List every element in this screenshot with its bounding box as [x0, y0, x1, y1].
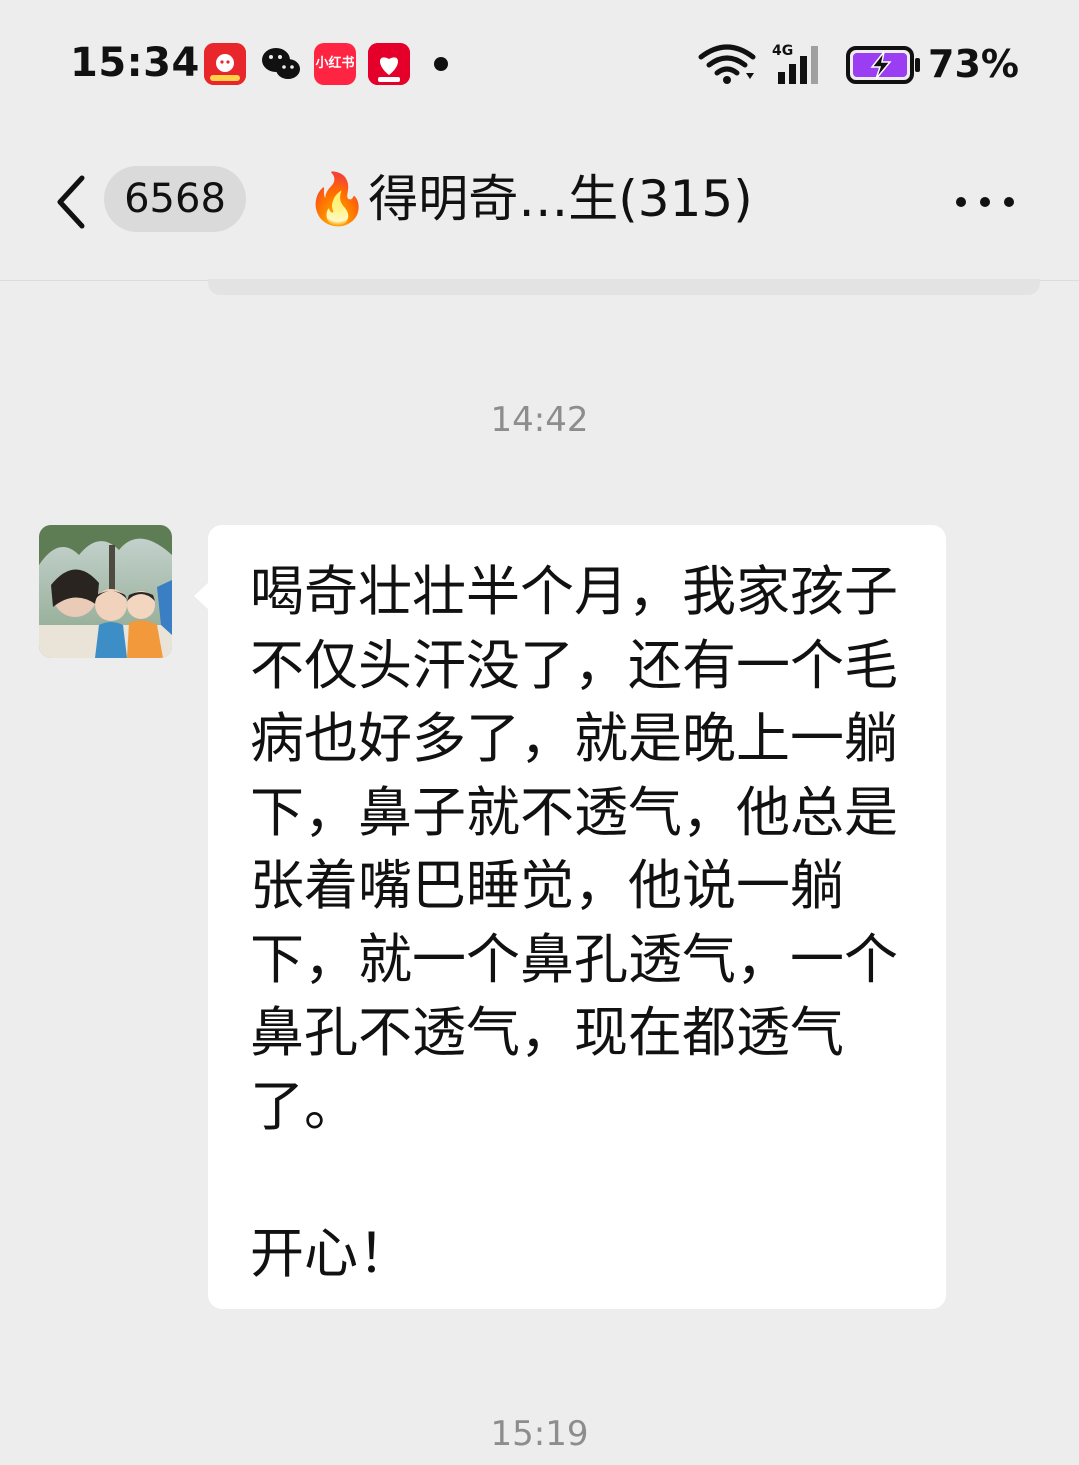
- message-bubble[interactable]: 喝奇壮壮半个月，我家孩子不仅头汗没了，还有一个毛病也好多了，就是晚上一躺下，鼻子…: [208, 525, 946, 1309]
- chat-title[interactable]: 🔥得明奇…生(315): [306, 166, 753, 232]
- wechat-icon: [260, 43, 302, 85]
- battery-percentage: 73%: [928, 42, 1019, 86]
- message-timestamp: 14:42: [490, 400, 589, 440]
- dot-icon: [980, 197, 990, 207]
- network-type-label: 4G: [772, 43, 793, 59]
- status-time: 15:34: [70, 40, 200, 86]
- pinned-message-strip[interactable]: [208, 279, 1040, 295]
- back-button[interactable]: [48, 170, 96, 234]
- cellular-signal-icon: 4G: [772, 42, 830, 90]
- more-options-button[interactable]: [952, 188, 1018, 218]
- dot-icon: [956, 197, 966, 207]
- wifi-icon: [698, 43, 756, 89]
- app-promo-icon: [204, 43, 246, 85]
- battery-icon: [846, 46, 922, 88]
- dot-icon: [1004, 197, 1014, 207]
- status-bar: 15:34 小红书 4G 73%: [0, 0, 1079, 130]
- message-text: 喝奇壮壮半个月，我家孩子不仅头汗没了，还有一个毛病也好多了，就是晚上一躺下，鼻子…: [250, 560, 898, 1285]
- unread-count-badge[interactable]: 6568: [104, 166, 246, 232]
- sender-avatar[interactable]: [39, 525, 172, 658]
- more-notifications-dot: [434, 57, 448, 71]
- xiaohongshu-icon: 小红书: [314, 43, 356, 85]
- bubble-tail: [194, 582, 209, 610]
- message-timestamp: 15:19: [490, 1414, 589, 1454]
- chat-header: 6568 🔥得明奇…生(315): [0, 130, 1079, 281]
- chevron-left-icon: [57, 175, 85, 229]
- shopping-618-icon: [368, 43, 410, 85]
